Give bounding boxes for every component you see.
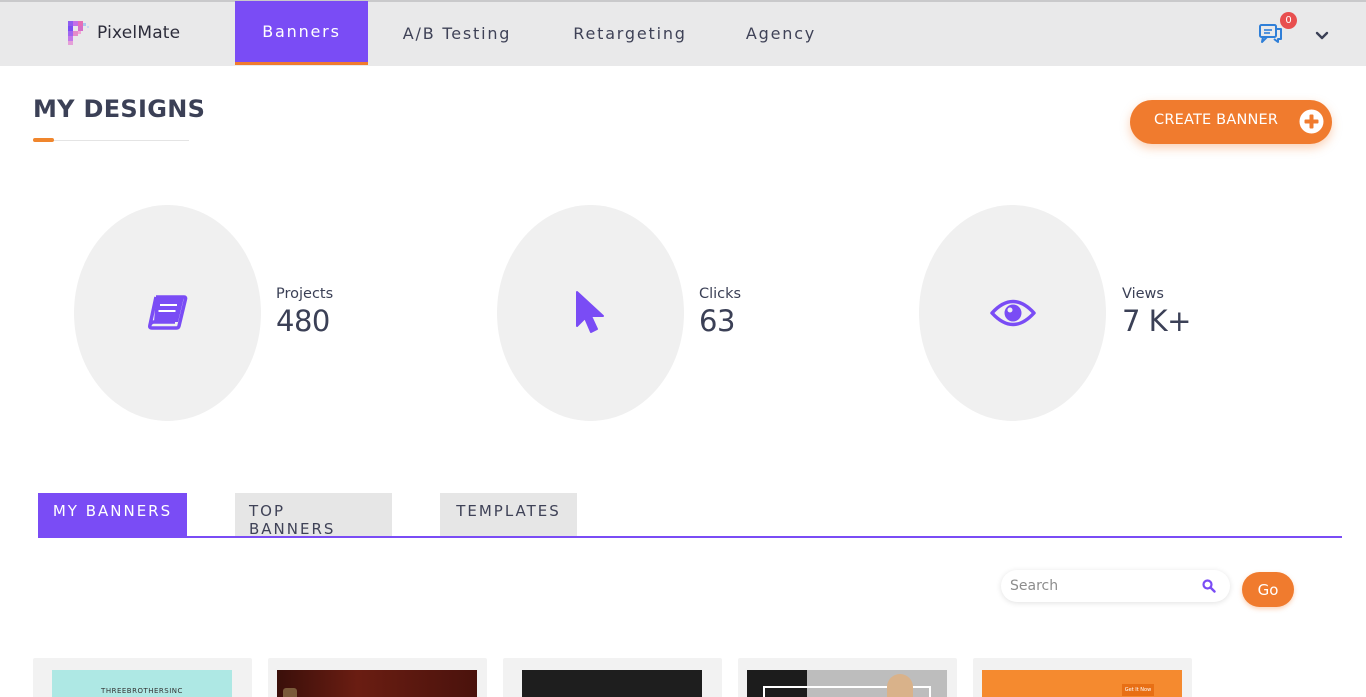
- nav-tab-agency[interactable]: Agency: [733, 1, 829, 65]
- clicks-stat-label: Clicks: [699, 286, 742, 302]
- title-divider: [33, 140, 189, 141]
- app-name: PixelMate: [97, 23, 181, 43]
- banner-card[interactable]: [503, 658, 722, 697]
- eye-icon: [989, 299, 1036, 327]
- chevron-down-icon[interactable]: [1315, 26, 1329, 45]
- nav-tab-retargeting[interactable]: Retargeting: [556, 1, 704, 65]
- tabs-underline: [38, 536, 1342, 538]
- cursor-icon: [575, 291, 604, 333]
- banner-card[interactable]: [268, 658, 487, 697]
- messages-icon[interactable]: [1258, 21, 1284, 49]
- search-input[interactable]: [1001, 570, 1191, 602]
- tab-my-banners[interactable]: MY BANNERS: [38, 493, 187, 537]
- banner-thumbnail: [747, 670, 947, 697]
- projects-stat-value: 480: [276, 304, 330, 338]
- pixelmate-logo-icon: [68, 21, 89, 45]
- page-title: MY DESIGNS: [33, 95, 206, 123]
- banner-thumbnail: Get It Now: [982, 670, 1182, 697]
- thumbnail-bottle-shape: [283, 688, 297, 697]
- nav-tab-banners[interactable]: Banners: [235, 1, 368, 65]
- views-stat-value: 7 K+: [1122, 304, 1192, 338]
- views-stat-circle: [919, 205, 1106, 421]
- banner-card[interactable]: [738, 658, 957, 697]
- thumbnail-person-shape: [887, 674, 913, 697]
- banner-card[interactable]: THREEBROTHERSINC: [33, 658, 252, 697]
- app-logo[interactable]: PixelMate: [68, 21, 180, 45]
- go-button[interactable]: Go: [1242, 572, 1294, 607]
- title-accent-bar: [33, 138, 54, 142]
- tab-templates[interactable]: TEMPLATES: [440, 493, 577, 537]
- views-stat-label: Views: [1122, 286, 1164, 302]
- notification-badge: 0: [1280, 12, 1297, 29]
- clicks-stat-circle: [497, 205, 684, 421]
- clicks-stat-value: 63: [699, 304, 735, 338]
- banner-thumbnail: THREEBROTHERSINC: [52, 670, 232, 697]
- thumbnail-cta: Get It Now: [1122, 684, 1154, 696]
- create-banner-label: CREATE BANNER: [1154, 112, 1279, 128]
- tab-top-banners[interactable]: TOP BANNERS: [235, 493, 392, 538]
- projects-stat-label: Projects: [276, 286, 334, 302]
- projects-stat-circle: [74, 205, 261, 421]
- search-icon[interactable]: [1202, 578, 1216, 597]
- banner-thumbnail: [522, 670, 702, 697]
- banner-thumbnail: [277, 670, 477, 697]
- plus-circle-icon: [1299, 109, 1324, 138]
- banner-thumbnail-text: THREEBROTHERSINC: [101, 687, 183, 695]
- book-icon: [147, 295, 187, 330]
- search-box: [1001, 570, 1230, 602]
- banner-card[interactable]: Get It Now: [973, 658, 1192, 697]
- nav-tab-ab-testing[interactable]: A/B Testing: [385, 1, 529, 65]
